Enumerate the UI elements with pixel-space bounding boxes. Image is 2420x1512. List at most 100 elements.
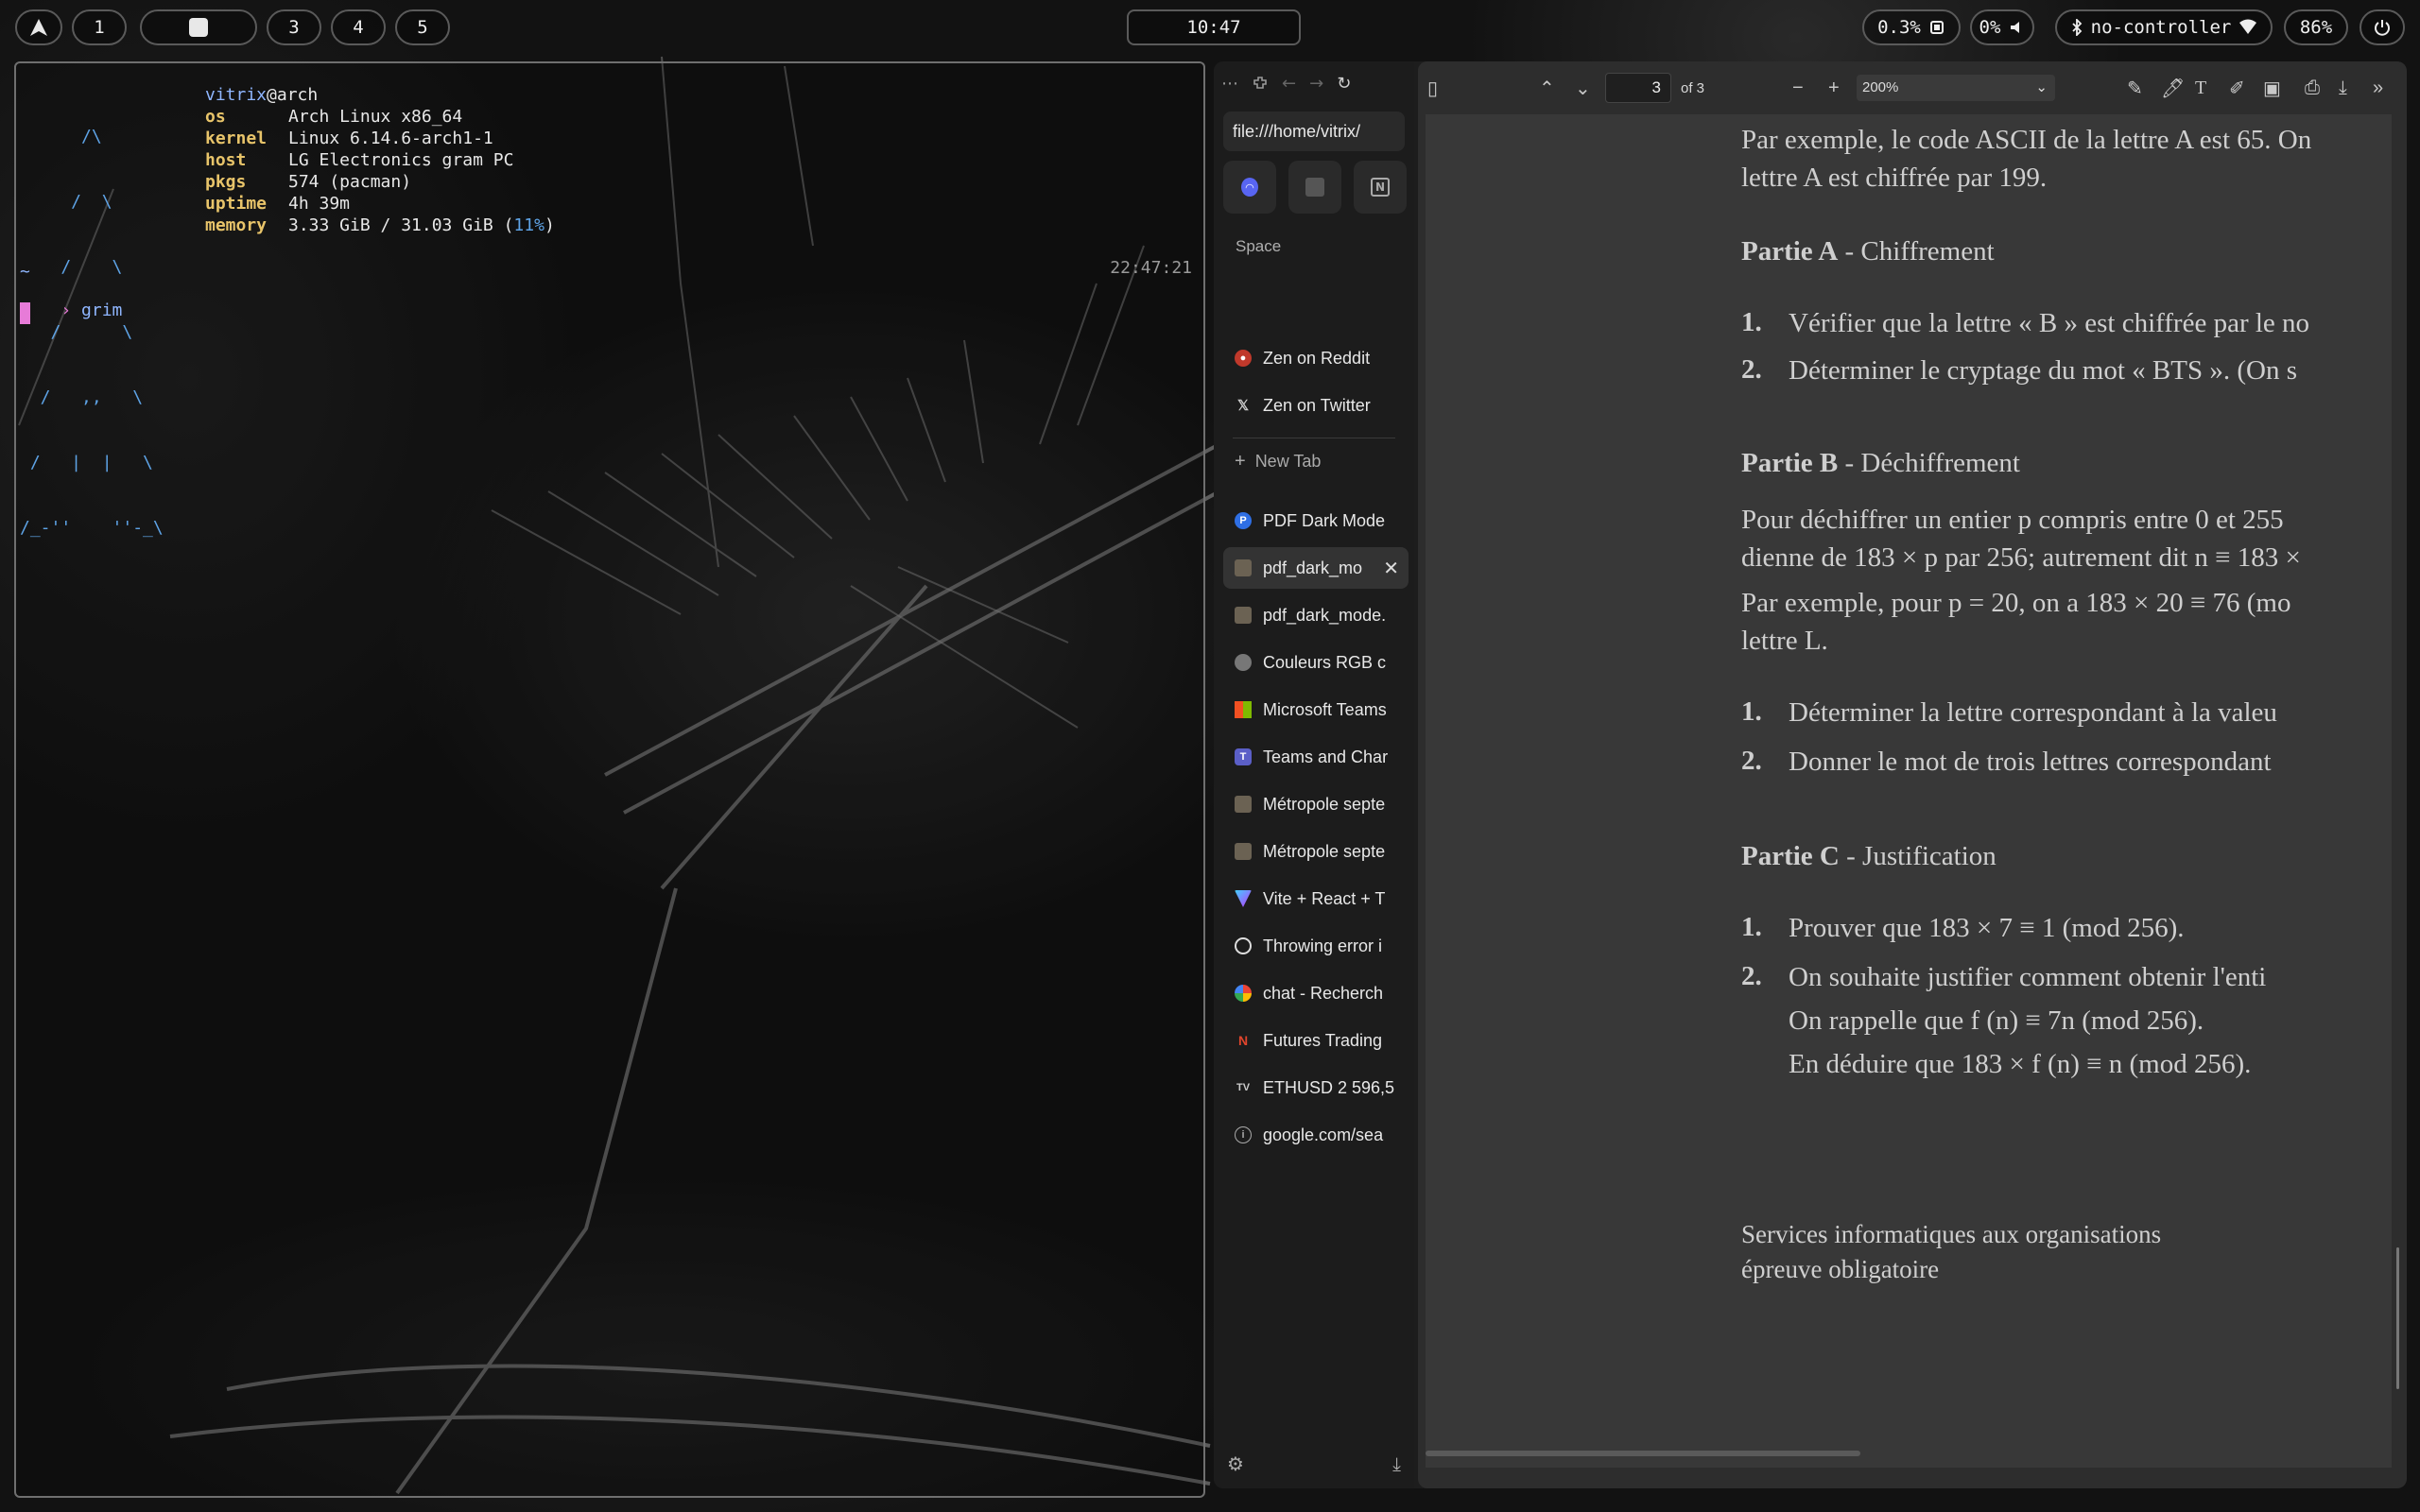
essential-discord[interactable]: ◠: [1223, 161, 1276, 214]
pdf-list-item: Déterminer le cryptage du mot « BTS ». (…: [1789, 355, 2297, 386]
pdf-list-item: Prouver que 183 × 7 ≡ 1 (mod 256).: [1789, 913, 2185, 943]
zoom-out-icon[interactable]: −: [1792, 77, 1804, 99]
active-workspace-indicator: [189, 18, 208, 37]
save-icon[interactable]: ⤓: [2339, 77, 2347, 99]
workspace-5-button[interactable]: 5: [395, 9, 450, 45]
sidebar-toggle-icon[interactable]: ▯: [1427, 77, 1438, 100]
speaker-icon: [2011, 22, 2020, 33]
browser-sidebar: ⋯ ← → ↻ file:///home/vitrix/ ◠ N Space ●…: [1214, 61, 1414, 1488]
microsoft-icon: [1235, 701, 1252, 718]
list-number: 1.: [1741, 912, 1762, 942]
google-icon: [1235, 985, 1252, 1002]
zoom-select[interactable]: 200% ⌄: [1857, 75, 2055, 101]
pdf-text-line: Par exemple, le code ASCII de la lettre …: [1741, 125, 2312, 155]
tab-futures-trading[interactable]: N Futures Trading: [1223, 1020, 1409, 1061]
pinned-tab-zen-twitter[interactable]: 𝕏 Zen on Twitter: [1223, 385, 1409, 426]
arch-logo-icon: [30, 19, 47, 36]
new-tab-button[interactable]: + New Tab: [1235, 451, 1321, 472]
workspace-4-button[interactable]: 4: [331, 9, 386, 45]
fastfetch-host-row: host LG Electronics gram PC: [205, 150, 514, 170]
launcher-button[interactable]: [15, 9, 62, 45]
workspace-3-button[interactable]: 3: [267, 9, 321, 45]
tab-google-search[interactable]: i google.com/sea: [1223, 1114, 1409, 1156]
volume-indicator[interactable]: 0%: [1970, 9, 2034, 45]
prompt-cwd: ~: [20, 262, 30, 282]
pdf-text-line: lettre L.: [1741, 626, 1828, 656]
url-bar[interactable]: file:///home/vitrix/: [1223, 112, 1405, 151]
edit-document-icon[interactable]: ✎: [2127, 77, 2143, 100]
next-page-icon[interactable]: ⌄: [1575, 77, 1591, 100]
more-menu-icon[interactable]: ⋯: [1221, 74, 1238, 94]
notion-icon: N: [1371, 178, 1390, 197]
tab-pdf-dark-mode-file[interactable]: pdf_dark_mode.: [1223, 594, 1409, 636]
terminal-window[interactable]: /\ / \ / \ / \ / ,, \ / | | \ /_-'' ''-_…: [14, 61, 1205, 1498]
tab-metropole-2[interactable]: Métropole septe: [1223, 831, 1409, 872]
back-arrow-icon[interactable]: ←: [1282, 74, 1296, 94]
pdf-dark-mode-icon: P: [1235, 512, 1252, 529]
extensions-icon[interactable]: [1252, 75, 1269, 92]
fastfetch-os-row: os Arch Linux x86_64: [205, 107, 463, 127]
globe-icon: [1235, 654, 1252, 671]
close-tab-icon[interactable]: ✕: [1383, 557, 1399, 580]
page-icon: [1235, 796, 1252, 813]
workspace-1-button[interactable]: 1: [72, 9, 127, 45]
image-icon[interactable]: ▣: [2263, 77, 2281, 100]
power-button[interactable]: [2360, 9, 2405, 45]
clock[interactable]: 10:47: [1127, 9, 1301, 45]
pdf-list-item-continuation: On rappelle que f (n) ≡ 7n (mod 256).: [1789, 1005, 2204, 1036]
workspace-2-active-button[interactable]: [140, 9, 257, 45]
pdf-list-item: Vérifier que la lettre « B » est chiffré…: [1789, 308, 2310, 338]
pdf-list-item: Donner le mot de trois lettres correspon…: [1789, 747, 2272, 777]
vertical-scrollbar[interactable]: [2396, 1247, 2399, 1389]
page-icon: [1305, 178, 1324, 197]
settings-gear-icon[interactable]: ⚙: [1227, 1452, 1244, 1475]
prompt-line: › grim: [60, 301, 123, 320]
highlight-icon[interactable]: 🖊: [2161, 77, 2185, 100]
downloads-icon[interactable]: ⤓: [1392, 1452, 1401, 1475]
tab-pdf-dark-mo-active[interactable]: pdf_dark_mo ✕: [1223, 547, 1409, 589]
tab-teams-and-channels[interactable]: T Teams and Char: [1223, 736, 1409, 778]
draw-icon[interactable]: ✐: [2229, 77, 2245, 100]
tab-vite-react[interactable]: Vite + React + T: [1223, 878, 1409, 919]
pdf-text-line: Par exemple, pour p = 20, on a 183 × 20 …: [1741, 588, 2291, 618]
section-heading-partie-c: Partie C - Justification: [1741, 841, 1996, 871]
essential-notion[interactable]: N: [1354, 161, 1407, 214]
more-tools-icon[interactable]: »: [2373, 77, 2383, 99]
text-tool-icon[interactable]: T: [2195, 77, 2206, 99]
cpu-icon: [1929, 21, 1944, 34]
tab-microsoft-teams[interactable]: Microsoft Teams: [1223, 689, 1409, 730]
pdf-text-line: dienne de 183 × p par 256; autrement dit…: [1741, 542, 2301, 573]
print-icon[interactable]: ⎙: [2305, 77, 2320, 99]
terminal-cursor: [20, 302, 30, 324]
list-number: 2.: [1741, 354, 1762, 385]
battery-indicator[interactable]: 86%: [2284, 9, 2348, 45]
tab-ethusd[interactable]: TV ETHUSD 2 596,5: [1223, 1067, 1409, 1108]
horizontal-scrollbar[interactable]: [1426, 1451, 1860, 1456]
tab-chat-recherche[interactable]: chat - Recherch: [1223, 972, 1409, 1014]
tab-couleurs-rgb[interactable]: Couleurs RGB c: [1223, 642, 1409, 683]
teams-icon: T: [1235, 748, 1252, 765]
ninjatrader-icon: N: [1237, 1033, 1249, 1048]
page-icon: [1235, 843, 1252, 860]
previous-page-icon[interactable]: ⌃: [1539, 77, 1555, 100]
page-number-input[interactable]: 3: [1605, 73, 1671, 103]
browser-window[interactable]: ⋯ ← → ↻ file:///home/vitrix/ ◠ N Space ●…: [1214, 61, 2407, 1488]
forward-arrow-icon[interactable]: →: [1309, 74, 1323, 94]
prompt-timestamp: 22:47:21: [1110, 258, 1192, 278]
reload-icon[interactable]: ↻: [1337, 74, 1351, 94]
tab-throwing-error[interactable]: Throwing error i: [1223, 925, 1409, 967]
zoom-in-icon[interactable]: +: [1828, 77, 1840, 99]
pdf-viewer[interactable]: ▯ ⌃ ⌄ 3 of 3 − + 200% ⌄ ✎ 🖊 T ✐ ▣ ⎙ ⤓ » …: [1418, 61, 2407, 1488]
page-icon: [1235, 559, 1252, 576]
essential-page[interactable]: [1288, 161, 1341, 214]
tab-metropole-1[interactable]: Métropole septe: [1223, 783, 1409, 825]
info-icon: i: [1235, 1126, 1252, 1143]
bluetooth-indicator[interactable]: no-controller: [2055, 9, 2273, 45]
list-number: 1.: [1741, 696, 1762, 727]
page-count: of 3: [1681, 79, 1705, 96]
pinned-tab-zen-reddit[interactable]: ● Zen on Reddit: [1223, 337, 1409, 379]
cpu-indicator[interactable]: 0.3%: [1862, 9, 1961, 45]
tab-pdf-dark-mode[interactable]: P PDF Dark Mode: [1223, 500, 1409, 541]
section-heading-partie-b: Partie B - Déchiffrement: [1741, 448, 2020, 478]
pdf-page: Par exemple, le code ASCII de la lettre …: [1426, 114, 2392, 1468]
